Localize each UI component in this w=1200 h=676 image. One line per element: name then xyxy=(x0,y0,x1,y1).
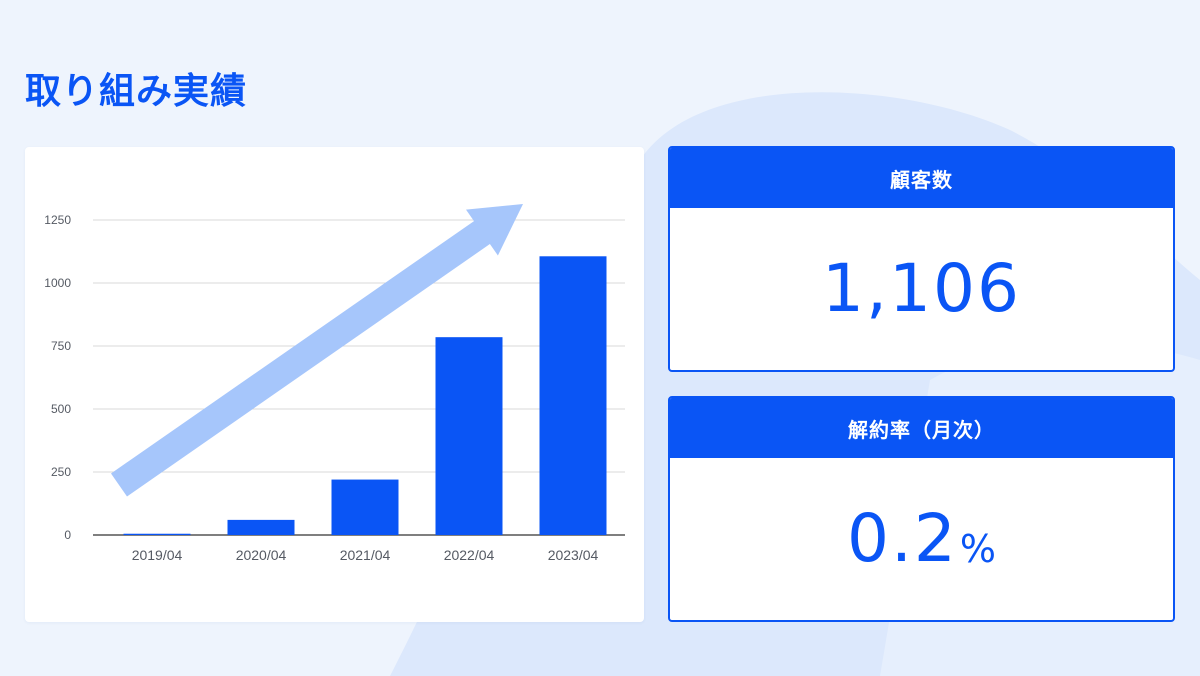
x-tick-label: 2022/04 xyxy=(444,547,495,563)
x-tick-label: 2021/04 xyxy=(340,547,391,563)
customer-count-value: 1,106 xyxy=(822,250,1021,327)
bar-2021-04 xyxy=(331,479,399,535)
x-tick-label: 2020/04 xyxy=(236,547,287,563)
churn-rate-body: 0.2 % xyxy=(670,458,1173,620)
bar-2022-04 xyxy=(435,337,503,535)
x-tick-label: 2019/04 xyxy=(132,547,183,563)
customer-count-label: 顧客数 xyxy=(670,148,1173,208)
churn-rate-label: 解約率（月次） xyxy=(670,398,1173,458)
y-tick-label: 0 xyxy=(64,528,71,542)
churn-rate-unit: % xyxy=(959,527,997,571)
bar-chart: 0 250 500 750 1000 1250 2019/04 2020/04 2021/04 2… xyxy=(44,204,625,563)
y-tick-label: 750 xyxy=(51,339,71,353)
bar-chart-card: 0 250 500 750 1000 1250 2019/04 2020/04 2021/04 2… xyxy=(25,147,644,622)
customer-count-card: 顧客数 1,106 xyxy=(668,146,1175,372)
bar-2020-04 xyxy=(227,519,295,535)
x-tick-label: 2023/04 xyxy=(548,547,599,563)
page-title: 取り組み実績 xyxy=(25,71,248,112)
churn-rate-card: 解約率（月次） 0.2 % xyxy=(668,396,1175,622)
bar-2023-04 xyxy=(539,256,607,535)
bar-2019-04 xyxy=(123,533,191,535)
churn-rate-value: 0.2 xyxy=(846,500,958,577)
y-tick-label: 1250 xyxy=(44,213,71,227)
y-tick-label: 250 xyxy=(51,465,71,479)
y-tick-label: 500 xyxy=(51,402,71,416)
y-tick-label: 1000 xyxy=(44,276,71,290)
customer-count-body: 1,106 xyxy=(670,208,1173,370)
